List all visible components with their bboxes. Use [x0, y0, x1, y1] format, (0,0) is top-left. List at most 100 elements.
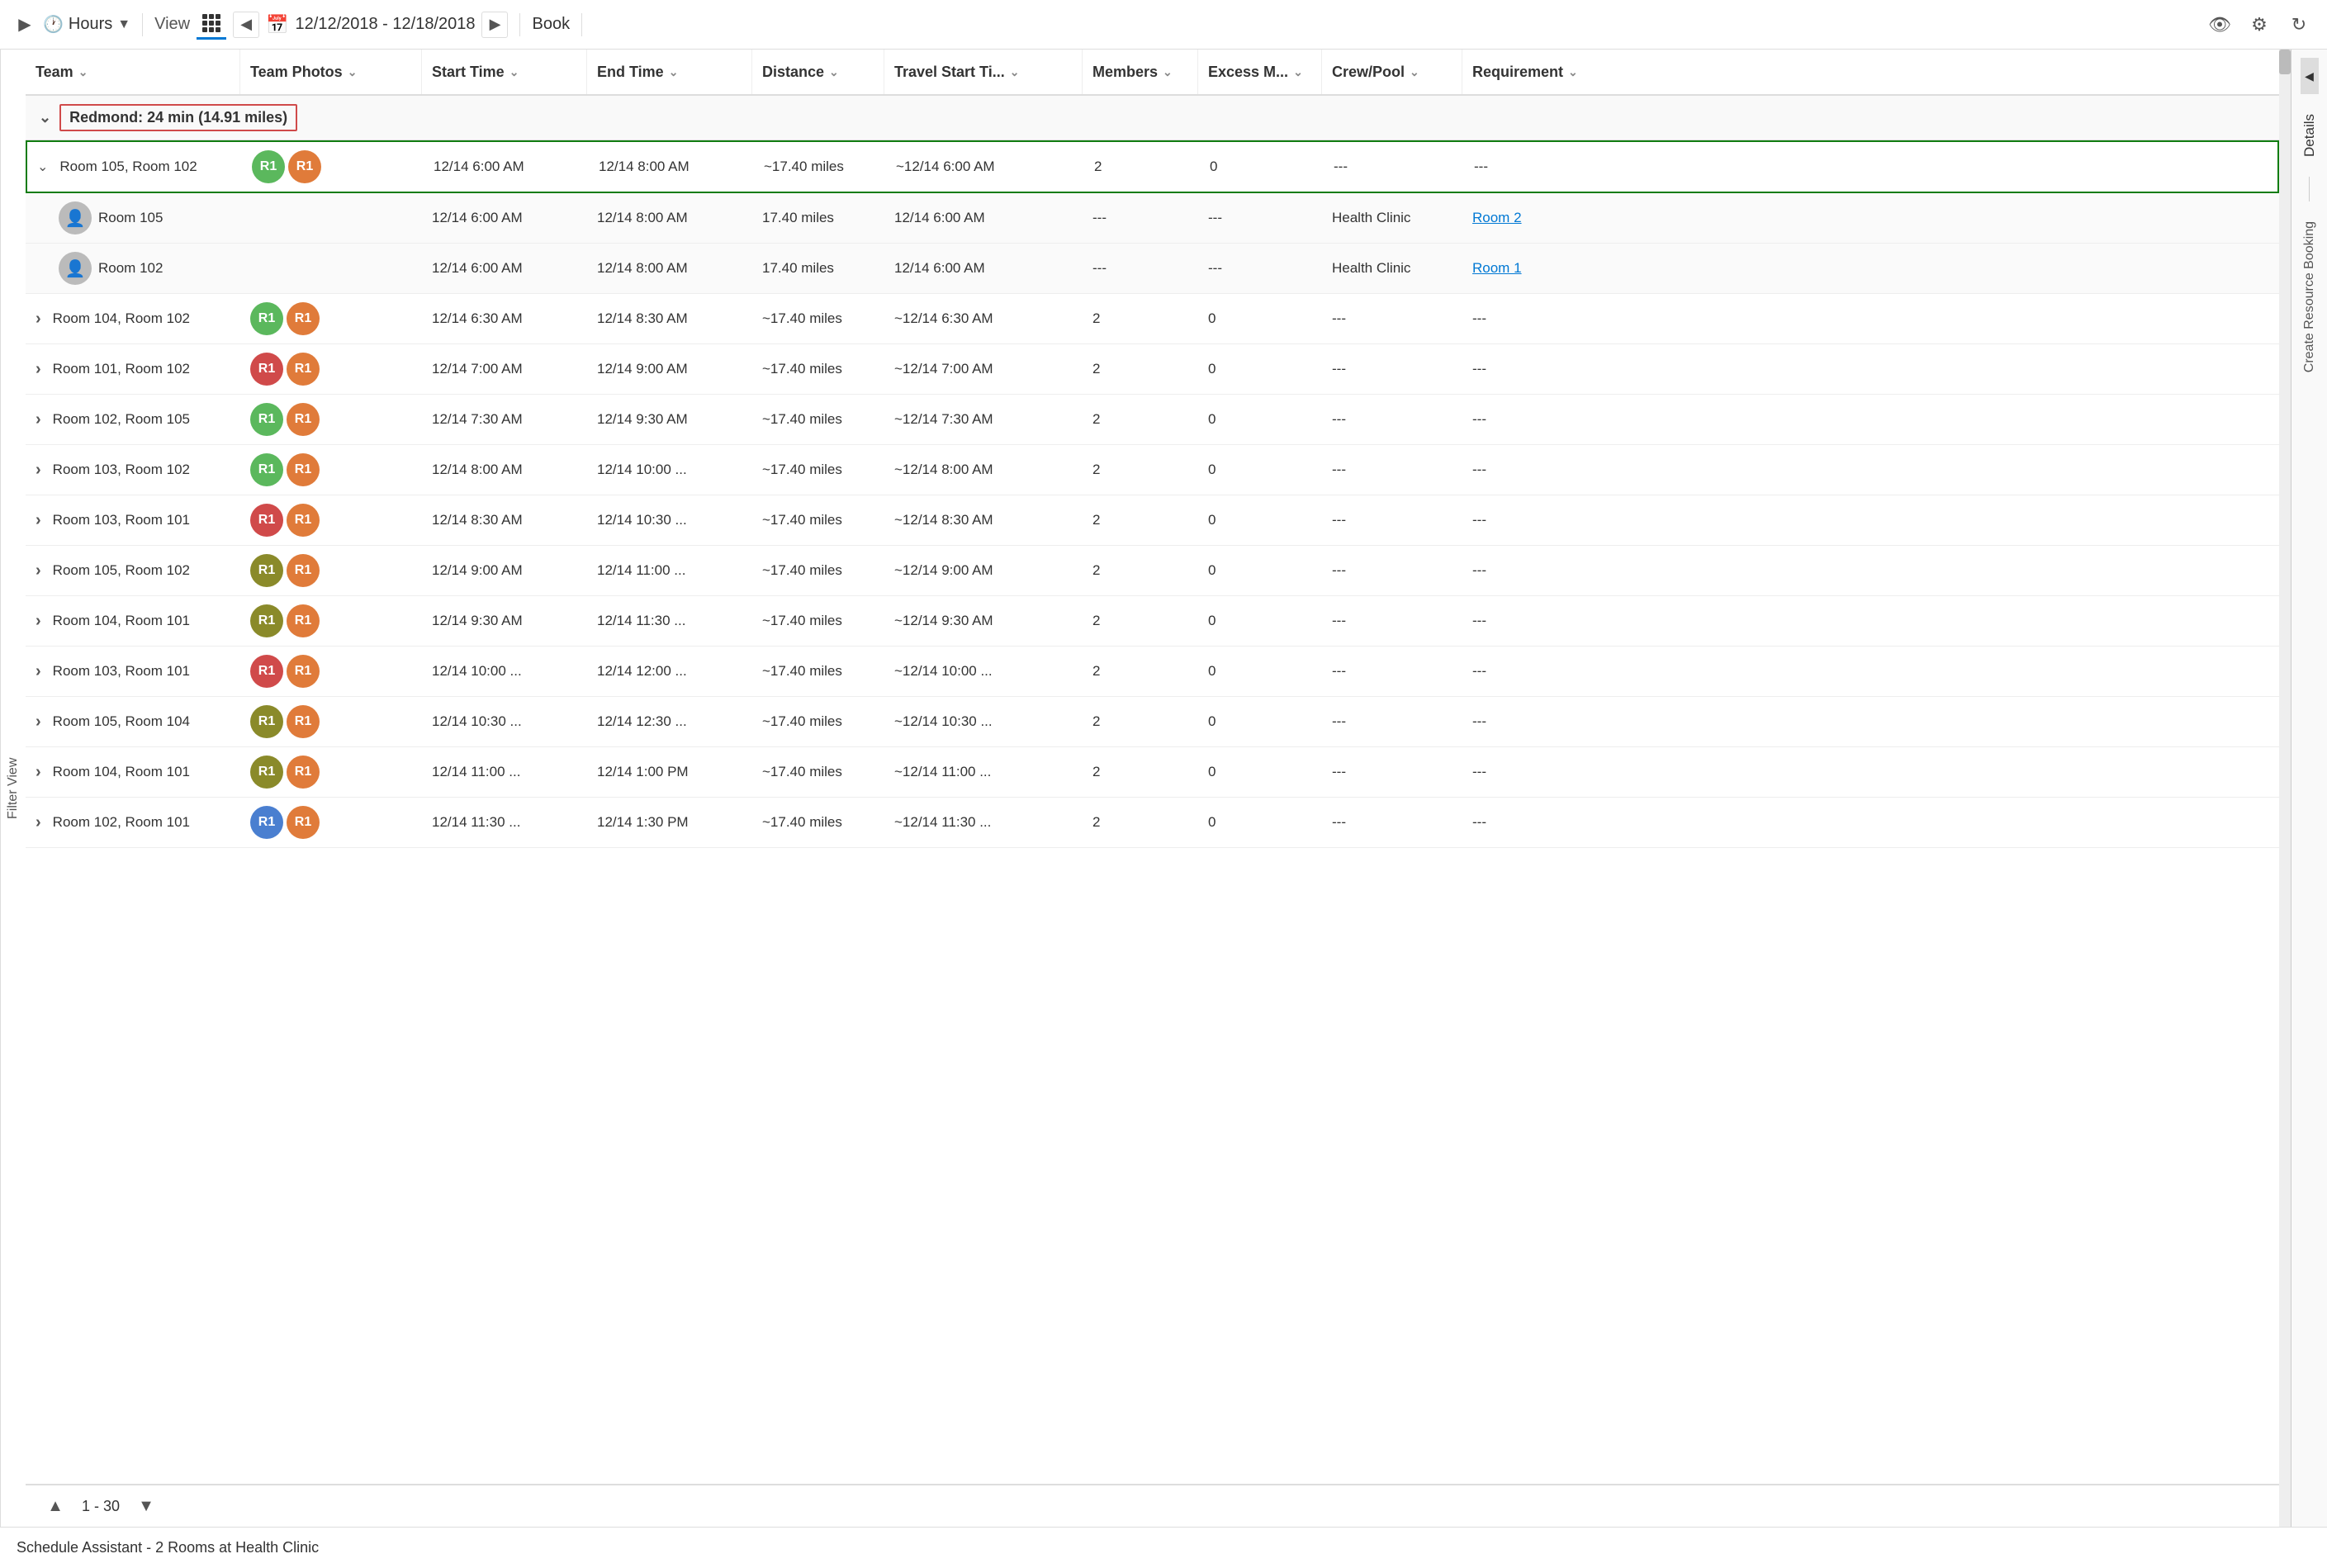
cell-start-time: 12/14 6:30 AM [422, 294, 587, 343]
requirement-link[interactable]: Room 1 [1472, 260, 1522, 277]
cell-distance: ~17.40 miles [754, 142, 886, 192]
cell-crew-pool: --- [1322, 798, 1462, 847]
eye-icon-btn[interactable]: 👁 [2205, 10, 2235, 40]
cell-travel-start: ~12/14 10:30 ... [884, 697, 1083, 746]
group-row-redmond[interactable]: ⌄ Redmond: 24 min (14.91 miles) [26, 96, 2279, 140]
create-resource-booking-btn[interactable]: Create Resource Booking [2296, 208, 2324, 386]
cell-distance: ~17.40 miles [752, 546, 884, 595]
avatar: R1 [287, 403, 320, 436]
prev-btn[interactable]: ◀ [233, 12, 259, 38]
cell-excess: 0 [1198, 697, 1322, 746]
cell-end-time: 12/14 10:30 ... [587, 495, 752, 545]
cell-crew-pool: Health Clinic [1322, 244, 1462, 293]
table-row[interactable]: ›Room 103, Room 101R1R112/14 8:30 AM12/1… [26, 495, 2279, 546]
vertical-scrollbar[interactable] [2279, 50, 2291, 1527]
cell-travel-start: ~12/14 8:00 AM [884, 445, 1083, 495]
avatar: R1 [287, 705, 320, 738]
cell-distance: ~17.40 miles [752, 495, 884, 545]
book-btn[interactable]: Book [532, 15, 570, 34]
cell-team: 👤Room 105 [26, 193, 240, 243]
cell-members: 2 [1083, 495, 1198, 545]
col-header-travel-start[interactable]: Travel Start Ti... ⌄ [884, 50, 1083, 94]
cell-start-time: 12/14 6:00 AM [424, 142, 589, 192]
table-row[interactable]: ›Room 105, Room 104R1R112/14 10:30 ...12… [26, 697, 2279, 747]
cell-distance: ~17.40 miles [752, 395, 884, 444]
table-row[interactable]: ›Room 102, Room 105R1R112/14 7:30 AM12/1… [26, 395, 2279, 445]
team-name-text: Room 104, Room 101 [53, 764, 190, 780]
next-btn[interactable]: ▶ [481, 12, 508, 38]
cell-photos: R1R1 [240, 596, 422, 646]
cell-travel-start: ~12/14 7:30 AM [884, 395, 1083, 444]
table-row[interactable]: ›Room 103, Room 102R1R112/14 8:00 AM12/1… [26, 445, 2279, 495]
filter-toggle-btn[interactable]: ▶ [13, 7, 36, 43]
cell-start-time: 12/14 7:00 AM [422, 344, 587, 394]
refresh-icon-btn[interactable]: ↻ [2284, 10, 2314, 40]
table-row[interactable]: ›Room 104, Room 102R1R112/14 6:30 AM12/1… [26, 294, 2279, 344]
clock-icon: 🕐 [43, 14, 64, 35]
table-row[interactable]: ›Room 104, Room 101R1R112/14 11:00 ...12… [26, 747, 2279, 798]
toolbar-right: 👁 ⚙ ↻ [2205, 10, 2314, 40]
cell-members: --- [1083, 193, 1198, 243]
grid-view-btn[interactable] [197, 10, 226, 40]
cell-requirement: --- [1462, 596, 1628, 646]
team-name-text: Room 101, Room 102 [53, 361, 190, 377]
row-chevron-icon: › [36, 410, 41, 429]
cell-team: ›Room 102, Room 105 [26, 395, 240, 444]
requirement-link[interactable]: Room 2 [1472, 210, 1522, 226]
cell-end-time: 12/14 12:00 ... [587, 647, 752, 696]
hours-chevron-icon: ▼ [117, 17, 130, 32]
table-row[interactable]: ›Room 101, Room 102R1R112/14 7:00 AM12/1… [26, 344, 2279, 395]
avatar: R1 [287, 756, 320, 789]
table-row[interactable]: ⌄Room 105, Room 102R1R112/14 6:00 AM12/1… [26, 140, 2279, 193]
cell-requirement: --- [1462, 395, 1628, 444]
filter-view-panel[interactable]: Filter View [0, 50, 26, 1527]
col-header-end-time[interactable]: End Time ⌄ [587, 50, 752, 94]
view-label: View [154, 15, 190, 34]
prev-page-btn[interactable]: ▲ [42, 1493, 69, 1519]
next-page-btn[interactable]: ▼ [133, 1493, 159, 1519]
scrollbar-thumb[interactable] [2279, 50, 2291, 74]
cell-requirement[interactable]: Room 2 [1462, 193, 1628, 243]
col-header-members[interactable]: Members ⌄ [1083, 50, 1198, 94]
settings-icon-btn[interactable]: ⚙ [2244, 10, 2274, 40]
cell-photos: R1R1 [240, 395, 422, 444]
cell-team: 👤Room 102 [26, 244, 240, 293]
cell-excess: 0 [1198, 395, 1322, 444]
start-sort-icon: ⌄ [509, 65, 519, 79]
table-row[interactable]: 👤Room 10512/14 6:00 AM12/14 8:00 AM17.40… [26, 193, 2279, 244]
cell-team: ⌄Room 105, Room 102 [27, 142, 242, 192]
cell-end-time: 12/14 9:30 AM [587, 395, 752, 444]
hours-dropdown[interactable]: 🕐 Hours ▼ [43, 14, 130, 35]
details-tab-label[interactable]: Details [2295, 101, 2325, 170]
table-row[interactable]: ›Room 103, Room 101R1R112/14 10:00 ...12… [26, 647, 2279, 697]
cell-excess: 0 [1198, 495, 1322, 545]
excess-sort-icon: ⌄ [1293, 65, 1303, 79]
details-panel: ◀ Details Create Resource Booking [2291, 50, 2327, 1527]
details-collapse-btn[interactable]: ◀ [2301, 58, 2319, 94]
col-header-excess[interactable]: Excess M... ⌄ [1198, 50, 1322, 94]
table-row[interactable]: ›Room 105, Room 102R1R112/14 9:00 AM12/1… [26, 546, 2279, 596]
col-header-distance[interactable]: Distance ⌄ [752, 50, 884, 94]
col-header-crew-pool[interactable]: Crew/Pool ⌄ [1322, 50, 1462, 94]
cell-team: ›Room 104, Room 102 [26, 294, 240, 343]
cell-requirement: --- [1462, 798, 1628, 847]
col-header-team-photos[interactable]: Team Photos ⌄ [240, 50, 422, 94]
table-row[interactable]: ›Room 102, Room 101R1R112/14 11:30 ...12… [26, 798, 2279, 848]
cell-members: 2 [1083, 798, 1198, 847]
cell-travel-start: ~12/14 7:00 AM [884, 344, 1083, 394]
col-header-team[interactable]: Team ⌄ [26, 50, 240, 94]
col-header-requirement[interactable]: Requirement ⌄ [1462, 50, 1628, 94]
cell-crew-pool: --- [1322, 294, 1462, 343]
table-row[interactable]: ›Room 104, Room 101R1R112/14 9:30 AM12/1… [26, 596, 2279, 647]
cell-start-time: 12/14 8:30 AM [422, 495, 587, 545]
cell-photos: R1R1 [240, 445, 422, 495]
cell-requirement[interactable]: Room 1 [1462, 244, 1628, 293]
table-row[interactable]: 👤Room 10212/14 6:00 AM12/14 8:00 AM17.40… [26, 244, 2279, 294]
cell-team: ›Room 102, Room 101 [26, 798, 240, 847]
row-chevron-icon: › [36, 713, 41, 732]
cell-travel-start: 12/14 6:00 AM [884, 244, 1083, 293]
col-header-start-time[interactable]: Start Time ⌄ [422, 50, 587, 94]
cell-members: 2 [1083, 546, 1198, 595]
avatar: R1 [250, 403, 283, 436]
team-name-text: Room 105, Room 102 [59, 159, 197, 175]
